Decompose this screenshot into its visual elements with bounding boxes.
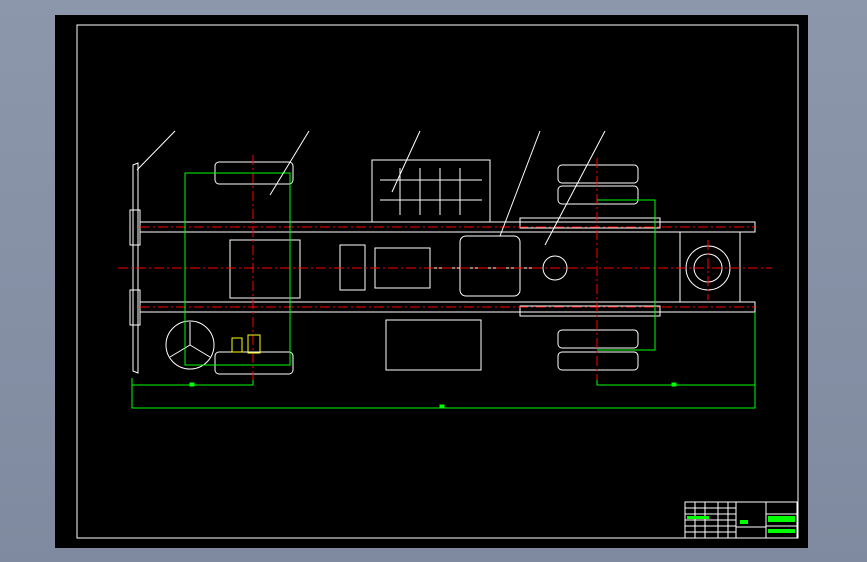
drawing-sheet (55, 15, 808, 548)
cad-drawing-canvas[interactable] (0, 0, 867, 562)
